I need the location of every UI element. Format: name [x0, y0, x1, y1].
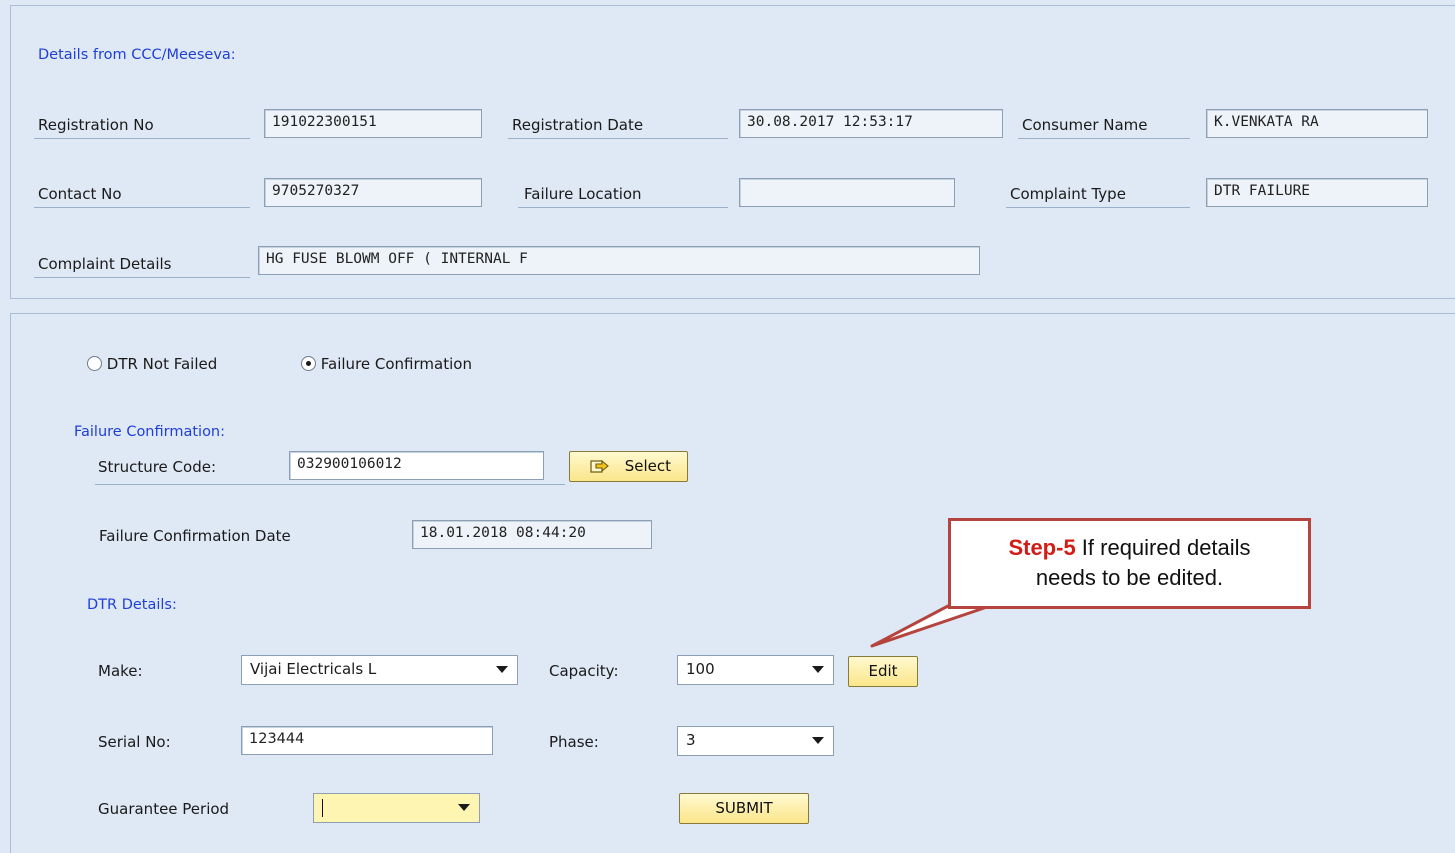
callout-line-2: needs to be edited.: [1035, 565, 1224, 590]
complaint-details-label: Complaint Details: [34, 255, 250, 278]
capacity-dropdown[interactable]: 100: [677, 655, 834, 685]
serial-no-label: Serial No:: [98, 733, 171, 751]
confirmation-date-label: Failure Confirmation Date: [99, 527, 291, 545]
failure-confirmation-option[interactable]: Failure Confirmation: [301, 355, 472, 373]
failure-section-title: Failure Confirmation:: [74, 424, 226, 440]
contact-no-field[interactable]: 9705270327: [264, 178, 482, 207]
phase-label: Phase:: [549, 733, 599, 751]
phase-value: 3: [686, 731, 696, 749]
capacity-label: Capacity:: [549, 662, 619, 680]
phase-dropdown[interactable]: 3: [677, 726, 834, 756]
registration-no-field[interactable]: 191022300151: [264, 109, 482, 138]
registration-date-field[interactable]: 30.08.2017 12:53:17: [739, 109, 1003, 138]
chevron-down-icon[interactable]: [812, 666, 824, 673]
contact-no-label: Contact No: [34, 185, 250, 208]
guarantee-period-label: Guarantee Period: [98, 800, 230, 818]
select-button[interactable]: Select: [569, 451, 688, 482]
chevron-down-icon[interactable]: [812, 737, 824, 744]
consumer-name-field[interactable]: K.VENKATA RA: [1206, 109, 1428, 138]
text-cursor: [322, 799, 323, 817]
callout-text-1: If required details: [1075, 535, 1251, 560]
dtr-not-failed-text: DTR Not Failed: [106, 355, 218, 373]
failure-location-label: Failure Location: [518, 185, 728, 208]
registration-date-label: Registration Date: [508, 116, 728, 139]
complaint-type-label: Complaint Type: [1006, 185, 1190, 208]
dtr-not-failed-radio[interactable]: [87, 356, 102, 371]
structure-code-field[interactable]: 032900106012: [289, 451, 544, 480]
chevron-down-icon[interactable]: [496, 666, 508, 673]
make-value: Vijai Electricals L: [250, 660, 377, 678]
callout-step: Step-5: [1008, 535, 1076, 560]
submit-button[interactable]: SUBMIT: [679, 793, 809, 824]
complaint-type-field[interactable]: DTR FAILURE: [1206, 178, 1428, 207]
dtr-section-title: DTR Details:: [87, 597, 177, 613]
edit-button[interactable]: Edit: [848, 656, 918, 687]
guarantee-period-dropdown[interactable]: [313, 793, 480, 823]
dtr-not-failed-option[interactable]: DTR Not Failed: [87, 355, 217, 373]
complaint-details-field[interactable]: HG FUSE BLOWM OFF ( INTERNAL F: [258, 246, 980, 275]
step-callout: Step-5 If required details needs to be e…: [948, 518, 1311, 609]
failure-confirmation-text: Failure Confirmation: [320, 355, 472, 373]
failure-confirmation-radio[interactable]: [301, 356, 316, 371]
make-label: Make:: [98, 662, 143, 680]
serial-no-field[interactable]: 123444: [241, 726, 493, 755]
make-dropdown[interactable]: Vijai Electricals L: [241, 655, 518, 685]
consumer-name-label: Consumer Name: [1018, 116, 1190, 139]
capacity-value: 100: [686, 660, 715, 678]
chevron-down-icon[interactable]: [458, 804, 470, 811]
failure-location-field[interactable]: [739, 178, 955, 207]
select-button-label: Select: [624, 457, 672, 475]
callout-pointer: [870, 604, 992, 648]
ccc-section-title: Details from CCC/Meeseva:: [38, 47, 236, 63]
registration-no-label: Registration No: [34, 116, 250, 139]
callout-line-1: Step-5 If required details: [951, 533, 1308, 563]
confirmation-date-field[interactable]: 18.01.2018 08:44:20: [412, 520, 652, 549]
arrow-right-icon: [590, 458, 610, 474]
